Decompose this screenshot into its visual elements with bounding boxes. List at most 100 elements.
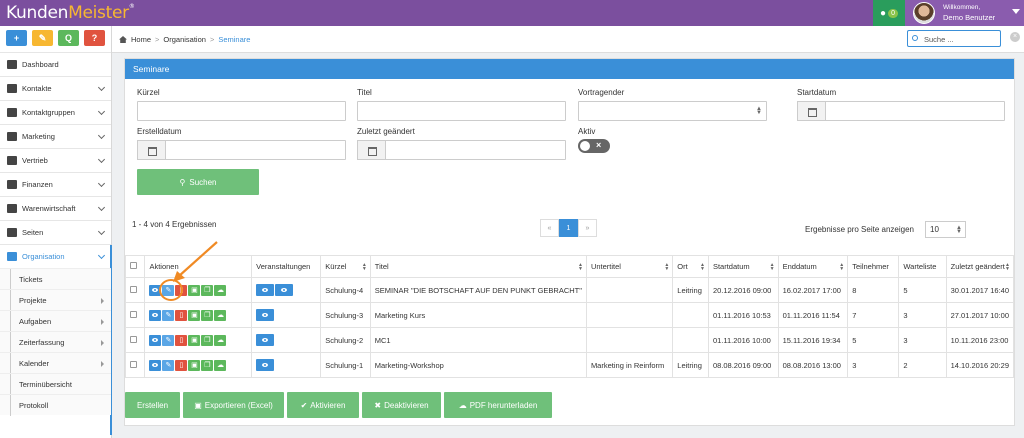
search-button[interactable]: ⚲ Suchen [137, 169, 259, 195]
calendar-icon[interactable] [797, 101, 826, 121]
sidebar-subitem-terminuebersicht[interactable]: Terminübersicht [0, 373, 111, 395]
select-arrows-icon: ▲ ▼ [756, 106, 762, 116]
save-button[interactable]: ▣ [188, 309, 201, 321]
sidebar-subitem-kalender[interactable]: Kalender [0, 352, 111, 374]
copy-button[interactable]: ❐ [201, 284, 214, 296]
sidebar-subitem-protokoll[interactable]: Protokoll [0, 394, 111, 416]
pager-next-button[interactable]: » [578, 219, 597, 237]
pager-prev-button[interactable]: « [540, 219, 559, 237]
row-checkbox[interactable] [130, 310, 137, 318]
filter-kuerzel-input[interactable] [137, 101, 346, 121]
copy-button[interactable]: ❐ [201, 359, 214, 371]
quick-help-button[interactable]: ? [84, 30, 105, 46]
breadcrumb-organisation[interactable]: Organisation [163, 35, 206, 44]
th-kuerzel[interactable]: Kürzel ▲ ▼ [320, 255, 371, 278]
chat-button[interactable]: ● 0 [873, 0, 905, 26]
sidebar-item-kontakte[interactable]: Kontakte [0, 76, 111, 100]
chevron-down-icon [97, 227, 106, 236]
annotation-circle [159, 279, 183, 301]
quick-actions: + ✎ Q ? [0, 26, 111, 52]
filter-startdatum-input[interactable] [825, 101, 1005, 121]
sidebar-item-marketing[interactable]: Marketing [0, 124, 111, 148]
sidebar-subitem-zeiterfassung[interactable]: Zeiterfassung [0, 331, 111, 353]
edit-button[interactable]: ✎ [162, 359, 175, 371]
th-untertitel[interactable]: Untertitel ▲ ▼ [585, 255, 674, 278]
download-button[interactable]: ☁ [214, 359, 227, 371]
view-button[interactable] [149, 309, 162, 321]
sidebar-item-dashboard[interactable]: Dashboard [0, 52, 111, 76]
view-event-button[interactable] [275, 284, 294, 296]
delete-button[interactable]: ▯ [175, 359, 188, 371]
row-actions: ✎ ▯ ▣ ❐ ☁ [149, 334, 247, 346]
view-button[interactable] [149, 334, 162, 346]
view-button[interactable] [149, 359, 162, 371]
select-all-checkbox[interactable] [130, 262, 137, 269]
save-button[interactable]: ▣ [188, 359, 201, 371]
cell-teilnehmer: 8 [847, 277, 900, 303]
user-greeting: Willkommen, [943, 4, 981, 11]
view-event-button[interactable] [256, 284, 275, 296]
th-startdatum[interactable]: Startdatum ▲ ▼ [707, 255, 779, 278]
th-ort[interactable]: Ort ▲ ▼ [672, 255, 709, 278]
close-icon[interactable]: × [1010, 32, 1020, 42]
sidebar-item-seiten[interactable]: Seiten [0, 220, 111, 244]
sidebar-subitem-projekte[interactable]: Projekte [0, 289, 111, 311]
view-event-button[interactable] [256, 334, 275, 346]
th-zuletzt-geaendert[interactable]: Zuletzt geändert ▲ ▼ [945, 255, 1015, 278]
filter-zuletzt-input[interactable] [385, 140, 566, 160]
delete-button[interactable]: ▯ [175, 334, 188, 346]
sidebar-item-warenwirtschaft[interactable]: Warenwirtschaft [0, 196, 111, 220]
edit-button[interactable]: ✎ [162, 334, 175, 346]
erstellen-button[interactable]: Erstellen [125, 392, 180, 418]
sidebar-item-vertrieb[interactable]: Vertrieb [0, 148, 111, 172]
row-checkbox[interactable] [130, 335, 137, 343]
close-icon: × [596, 140, 602, 150]
save-button[interactable]: ▣ [188, 334, 201, 346]
sidebar-subitem-tickets[interactable]: Tickets [0, 268, 111, 290]
pdf-download-button[interactable]: ☁ PDF herunterladen [444, 392, 552, 418]
sidebar-item-label: Organisation [22, 252, 65, 261]
quick-add-button[interactable]: + [6, 30, 27, 46]
th-enddatum[interactable]: Enddatum ▲ ▼ [777, 255, 849, 278]
download-button[interactable]: ☁ [214, 334, 227, 346]
breadcrumb-current[interactable]: Seminare [218, 35, 250, 44]
exportieren-button[interactable]: ▣ Exportieren (Excel) [183, 392, 284, 418]
aktiv-toggle[interactable]: × [578, 139, 610, 153]
app-logo[interactable]: KundenMeister® [6, 3, 135, 23]
copy-button[interactable]: ❐ [201, 309, 214, 321]
th-label: Startdatum [712, 262, 750, 271]
row-checkbox[interactable] [130, 285, 137, 293]
filter-titel-input[interactable] [357, 101, 566, 121]
download-button[interactable]: ☁ [214, 284, 227, 296]
th-titel[interactable]: Titel ▲ ▼ [369, 255, 587, 278]
th-warteliste[interactable]: Warteliste [898, 255, 947, 278]
download-button[interactable]: ☁ [214, 309, 227, 321]
quick-edit-button[interactable]: ✎ [32, 30, 53, 46]
quick-search-button[interactable]: Q [58, 30, 79, 46]
delete-button[interactable]: ▯ [175, 309, 188, 321]
user-menu[interactable]: Willkommen, Demo Benutzer [905, 0, 1024, 26]
edit-button[interactable]: ✎ [162, 309, 175, 321]
eye-icon [262, 288, 269, 292]
pager-page-button[interactable]: 1 [559, 219, 578, 237]
view-event-button[interactable] [256, 359, 275, 371]
save-button[interactable]: ▣ [188, 284, 201, 296]
filter-vortragender-select[interactable]: ▲ ▼ [578, 101, 767, 121]
sidebar-item-finanzen[interactable]: Finanzen [0, 172, 111, 196]
search-input[interactable]: Suche ... [907, 30, 1001, 47]
breadcrumb-home[interactable]: Home [131, 35, 151, 44]
th-teilnehmer[interactable]: Teilnehmer [847, 255, 900, 278]
copy-button[interactable]: ❐ [201, 334, 214, 346]
sidebar-item-organisation[interactable]: Organisation [0, 244, 112, 435]
filter-erstelldatum-input[interactable] [165, 140, 346, 160]
perpage-select[interactable]: 10 ▲ ▼ [925, 221, 966, 238]
calendar-icon[interactable] [357, 140, 386, 160]
view-event-button[interactable] [256, 309, 275, 321]
aktivieren-button[interactable]: ✔ Aktivieren [287, 392, 359, 418]
sidebar-item-kontaktgruppen[interactable]: Kontaktgruppen [0, 100, 111, 124]
cell-zuletzt-geaendert: 10.11.2016 23:00 [945, 327, 1015, 353]
sidebar-subitem-aufgaben[interactable]: Aufgaben [0, 310, 111, 332]
deaktivieren-button[interactable]: ✖ Deaktivieren [362, 392, 441, 418]
row-checkbox[interactable] [130, 360, 137, 368]
calendar-icon[interactable] [137, 140, 166, 160]
